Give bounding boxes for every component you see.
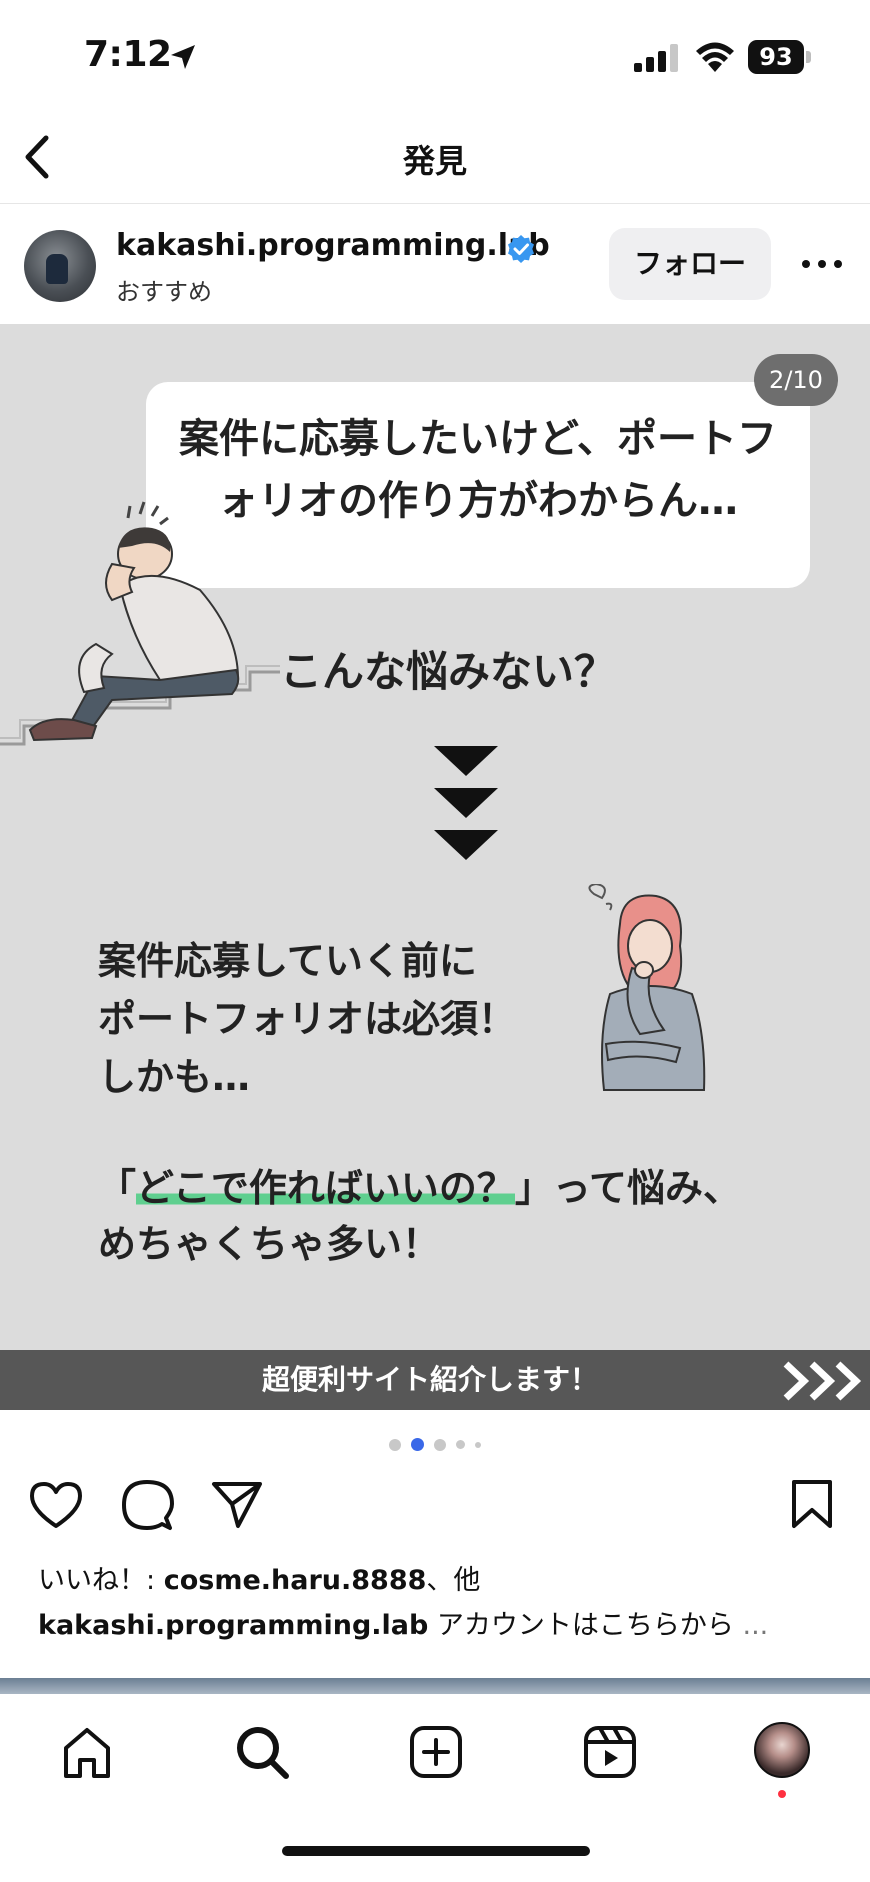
signal-icon [634, 44, 678, 72]
body-line-2: ポートフォリオは必須！ [98, 997, 517, 1041]
follow-button[interactable]: フォロー [609, 228, 771, 300]
battery-icon: 93 [748, 40, 812, 74]
share-paper-plane-icon[interactable] [210, 1478, 264, 1530]
highlighted-phrase: どこで作ればいいの？ [136, 1166, 515, 1210]
quote-rest: 」って悩み、 [514, 1166, 741, 1210]
bookmark-icon[interactable] [790, 1478, 834, 1530]
banner-text: 超便利サイト紹介します！ [261, 1363, 598, 1396]
quote-open: 「 [98, 1166, 137, 1210]
carousel-dot-active [411, 1438, 424, 1451]
page-title: 発見 [402, 142, 467, 180]
home-icon[interactable] [60, 1726, 114, 1780]
post-image[interactable]: 案件に応募したいけど、ポートフ ォリオの作り方がわからん… 2/10 こんな悩み… [0, 324, 870, 1410]
worried-man-illustration [0, 501, 280, 746]
battery-level: 93 [748, 40, 804, 74]
author-avatar[interactable] [24, 230, 96, 302]
profile-avatar[interactable] [754, 1722, 810, 1778]
wifi-icon [696, 42, 734, 72]
down-arrows-icon [434, 746, 498, 860]
carousel-dot [434, 1438, 446, 1451]
heart-icon[interactable] [28, 1480, 84, 1530]
status-time: 7:12 [84, 34, 172, 75]
page-indicator: 2/10 [754, 354, 838, 406]
likes-suffix: 、他 [426, 1565, 481, 1596]
reels-icon[interactable] [582, 1724, 638, 1780]
likes-prefix: いいね！: [38, 1565, 164, 1596]
caption-more-link[interactable]: ... [743, 1610, 769, 1641]
carousel-dot [475, 1441, 481, 1448]
likes-text[interactable]: いいね！: cosme.haru.8888、他 [38, 1558, 480, 1597]
verified-badge-icon [508, 235, 534, 263]
carousel-dots [0, 1434, 870, 1454]
post-actions [0, 1472, 870, 1536]
quote-line-1: 「どこで作ればいいの？」って悩み、 [98, 1160, 741, 1216]
carousel-dot [389, 1438, 401, 1451]
comment-icon[interactable] [120, 1478, 174, 1532]
body-line-1: 案件応募していく前に [98, 939, 477, 983]
bottom-tab-bar [0, 1694, 870, 1882]
likes-user[interactable]: cosme.haru.8888 [164, 1565, 427, 1596]
caption-text: アカウントはこちらから [428, 1610, 743, 1641]
bubble-line-1: 案件に応募したいけど、ポートフ [179, 416, 777, 462]
home-indicator [282, 1846, 590, 1856]
body-text-block-1: 案件応募していく前に ポートフォリオは必須！ しかも… [98, 932, 516, 1106]
more-options-icon[interactable] [800, 256, 844, 272]
body-text-block-2: 「どこで作ればいいの？」って悩み、 めちゃくちゃ多い！ [98, 1160, 741, 1272]
battery-cap [806, 51, 811, 63]
post-header: kakashi.programming.lab おすすめ フォロー [0, 204, 870, 324]
author-username[interactable]: kakashi.programming.lab [116, 228, 550, 263]
promo-banner: 超便利サイト紹介します！ [0, 1350, 870, 1410]
status-bar: 7:12 93 [0, 0, 870, 112]
caption-username[interactable]: kakashi.programming.lab [38, 1610, 428, 1641]
worried-woman-illustration [588, 884, 706, 1091]
next-post-peek [0, 1678, 870, 1694]
triple-chevron-right-icon [783, 1361, 862, 1401]
question-text: こんな悩みない？ [280, 647, 617, 696]
body-line-3: しかも… [98, 1055, 251, 1099]
post-subtitle: おすすめ [116, 278, 212, 306]
quote-line-2: めちゃくちゃ多い！ [98, 1222, 441, 1266]
nav-header: 発見 [0, 112, 870, 204]
carousel-dot [456, 1440, 465, 1449]
location-arrow-icon [171, 45, 195, 69]
post-caption: kakashi.programming.lab アカウントはこちらから ... [38, 1603, 768, 1642]
search-icon[interactable] [234, 1724, 290, 1780]
create-post-icon[interactable] [408, 1724, 464, 1780]
notification-dot [778, 1790, 786, 1798]
